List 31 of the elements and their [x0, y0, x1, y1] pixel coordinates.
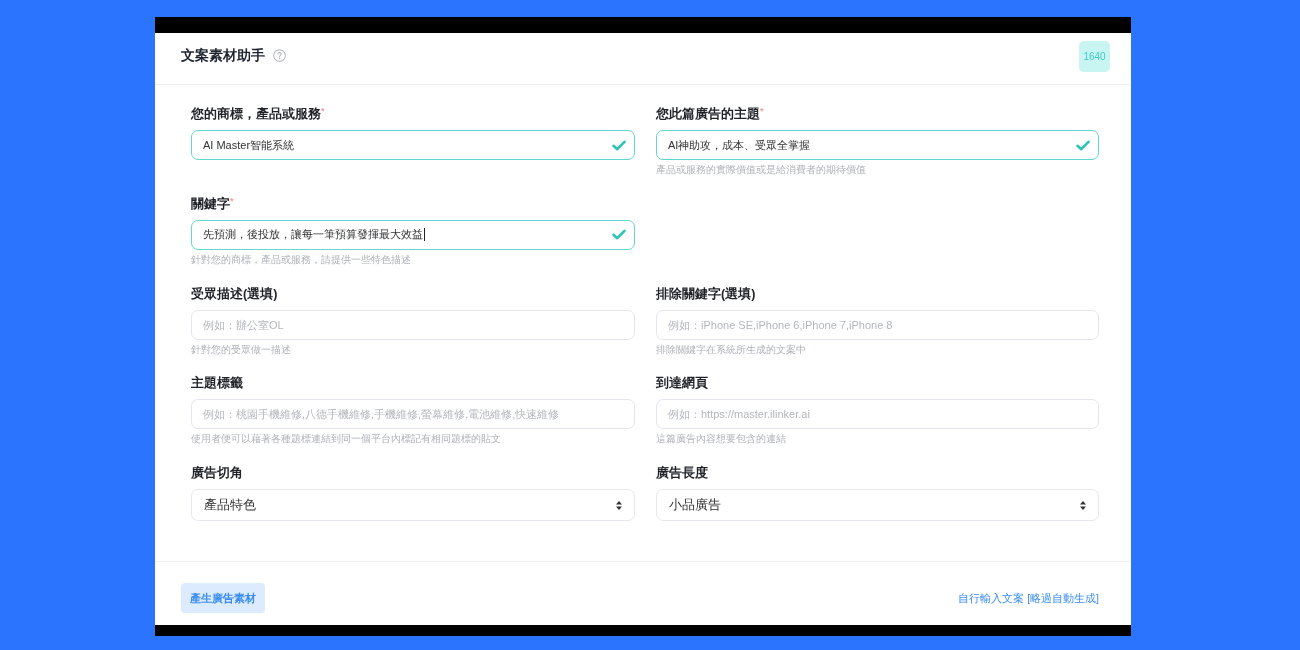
updown-caret-icon	[616, 500, 622, 510]
text-field[interactable]: 例如：辦公室OL	[191, 309, 635, 340]
dropdown-select[interactable]: 小品廣告	[656, 489, 1099, 522]
updown-caret-icon	[1080, 500, 1086, 510]
page-title: 文案素材助手	[181, 46, 265, 65]
help-icon[interactable]	[273, 49, 286, 62]
count-badge: 1640	[1079, 41, 1110, 72]
text-field[interactable]: 先預測，後投放，讓每一筆預算發揮最大效益	[191, 219, 635, 250]
check-icon	[612, 139, 626, 151]
text-field[interactable]: AI神助攻，成本、受眾全掌握	[656, 130, 1099, 160]
field-label: 受眾描述(選填)	[191, 285, 279, 302]
helper-text: 這篇廣告內容想要包含的連結	[656, 432, 786, 447]
field-label: 廣告長度	[656, 465, 709, 482]
manual-input-link[interactable]: 自行輸入文案 [略過自動生成]	[958, 583, 1099, 614]
field-label: 您此篇廣告的主題$^{*}$	[656, 106, 765, 122]
field-label: 關鍵字$^{*}$	[191, 195, 235, 212]
text-field[interactable]: 例如：https://master.ilinker.ai	[656, 399, 1099, 430]
field-label: 主題標籤	[191, 375, 244, 392]
text-field[interactable]: 例如：iPhone SE,iPhone 6,iPhone 7,iPhone 8	[656, 309, 1099, 340]
text-cursor	[424, 228, 425, 242]
check-icon	[612, 229, 626, 241]
text-field[interactable]: AI Master智能系統	[191, 130, 635, 160]
dropdown-select[interactable]: 產品特色	[191, 489, 635, 522]
helper-text: 產品或服務的實際價值或是給消費者的期待價值	[656, 163, 866, 177]
field-label: 廣告切角	[191, 465, 244, 482]
field-label: 排除關鍵字(選填)	[656, 285, 757, 302]
field-label: 到達網頁	[656, 375, 709, 392]
text-field[interactable]: 例如：桃園手機維修,八德手機維修,手機維修,螢幕維修,電池維修,快速維修	[191, 399, 635, 430]
check-icon	[1076, 139, 1090, 151]
field-label: 您的商標，產品或服務$^{*}$	[191, 106, 326, 122]
helper-text: 排除關鍵字在系統所生成的文案中	[656, 342, 806, 357]
